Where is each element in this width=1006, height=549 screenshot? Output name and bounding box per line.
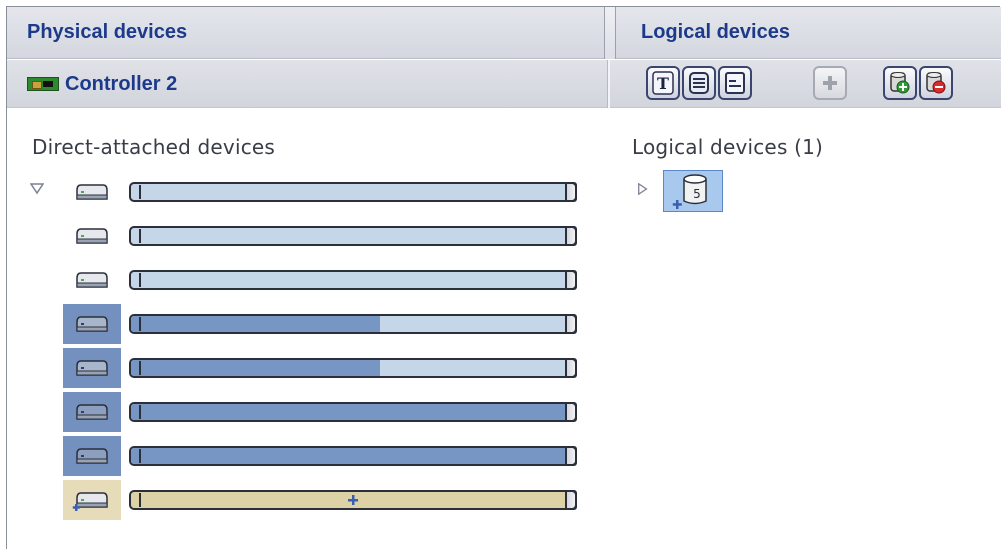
- text-view-icon: T: [652, 71, 674, 95]
- raid-level-text: 5: [693, 187, 701, 201]
- disk-bar-end-cap: [565, 270, 577, 290]
- disk-capacity-bar[interactable]: [129, 226, 577, 246]
- remove-hot-spare-button[interactable]: [919, 66, 953, 100]
- hard-disk-icon: [76, 272, 108, 288]
- controller-selector[interactable]: Controller 2: [27, 73, 177, 95]
- svg-text:T: T: [657, 74, 669, 93]
- disk-capacity-bar[interactable]: [129, 358, 577, 378]
- relative-size-view-icon: [725, 72, 745, 94]
- disk-cell[interactable]: [63, 348, 121, 388]
- disk-cell[interactable]: [63, 260, 121, 300]
- used-capacity-fill: [131, 404, 575, 420]
- text-view-button[interactable]: T: [646, 66, 680, 100]
- disk-bar-end-cap: [565, 358, 577, 378]
- hard-disk-icon: [76, 184, 108, 200]
- used-capacity-fill: [131, 316, 380, 332]
- disk-bar-end-cap: [565, 490, 577, 510]
- disk-capacity-bar[interactable]: [129, 446, 577, 466]
- toolbar: Controller 2 T: [7, 60, 1001, 108]
- disk-cell[interactable]: [63, 172, 121, 212]
- disk-capacity-bar[interactable]: [129, 270, 577, 290]
- hard-disk-icon: [76, 448, 108, 464]
- logical-device-item[interactable]: 5: [663, 170, 723, 212]
- hard-disk-icon: [76, 404, 108, 420]
- disk-bar-end-cap: [565, 182, 577, 202]
- direct-attached-devices-label: Direct-attached devices: [32, 135, 276, 159]
- logical-devices-count-label: Logical devices (1): [632, 135, 824, 159]
- disk-add-icon: [890, 72, 910, 94]
- physical-device-row[interactable]: [7, 480, 587, 520]
- hard-disk-icon: [76, 228, 108, 244]
- disk-bar-end-cap: [565, 402, 577, 422]
- disk-capacity-bar[interactable]: [129, 182, 577, 202]
- disk-remove-icon: [926, 72, 946, 94]
- physical-device-row[interactable]: [7, 348, 587, 388]
- physical-device-row[interactable]: [7, 392, 587, 432]
- hot-spare-plus-icon: [348, 495, 358, 505]
- logical-devices-title: Logical devices: [641, 21, 790, 43]
- used-capacity-fill: [131, 448, 575, 464]
- disk-bar-end-cap: [565, 226, 577, 246]
- expand-arrow-right-icon[interactable]: [636, 183, 650, 195]
- disk-bar-end-cap: [565, 446, 577, 466]
- raid-configuration-panel: Physical devices Logical devices Control…: [6, 6, 1001, 549]
- physical-device-row[interactable]: [7, 436, 587, 476]
- disk-capacity-bar[interactable]: [129, 314, 577, 334]
- add-hot-spare-button[interactable]: [883, 66, 917, 100]
- plus-icon: [823, 76, 837, 90]
- full-size-view-icon: [689, 72, 709, 94]
- disk-cell[interactable]: [63, 436, 121, 476]
- disk-cell[interactable]: [63, 480, 121, 520]
- disk-cell[interactable]: [63, 392, 121, 432]
- panel-header: Physical devices Logical devices: [7, 7, 1001, 59]
- disk-capacity-bar[interactable]: [129, 402, 577, 422]
- controller-card-icon: [27, 77, 59, 91]
- disk-capacity-bar[interactable]: [129, 490, 577, 510]
- splitter-handle[interactable]: [604, 7, 616, 59]
- relative-size-view-button[interactable]: [718, 66, 752, 100]
- physical-device-row[interactable]: [7, 172, 587, 212]
- full-size-view-button[interactable]: [682, 66, 716, 100]
- hot-spare-disk-icon: [72, 492, 108, 511]
- toolbar-divider: [607, 60, 610, 108]
- physical-device-row[interactable]: [7, 260, 587, 300]
- disk-cell[interactable]: [63, 304, 121, 344]
- create-logical-device-button[interactable]: [813, 66, 847, 100]
- physical-devices-title: Physical devices: [27, 21, 188, 43]
- used-capacity-fill: [131, 360, 380, 376]
- raid5-logical-drive-icon: 5: [672, 174, 707, 209]
- disk-bar-end-cap: [565, 314, 577, 334]
- hard-disk-icon: [76, 316, 108, 332]
- disk-cell[interactable]: [63, 216, 121, 256]
- physical-device-row[interactable]: [7, 304, 587, 344]
- physical-device-row[interactable]: [7, 216, 587, 256]
- hard-disk-icon: [76, 360, 108, 376]
- controller-label: Controller 2: [65, 72, 178, 95]
